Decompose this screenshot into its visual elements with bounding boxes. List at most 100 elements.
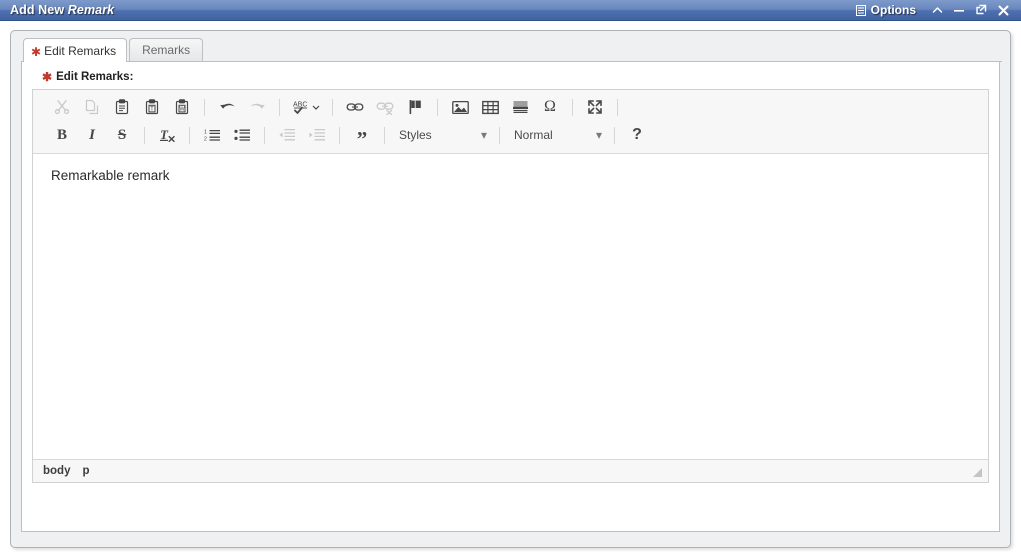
chevron-up-icon [932, 6, 943, 15]
table-button[interactable] [477, 96, 503, 118]
question-mark-icon: ? [632, 126, 642, 143]
strikethrough-button[interactable]: S [109, 124, 135, 146]
window-title-entity: Remark [67, 3, 115, 17]
minimize-button[interactable] [948, 1, 970, 19]
paste-word-button[interactable]: W [169, 96, 195, 118]
flag-icon [408, 99, 423, 115]
spellcheck-button[interactable]: ABC [289, 96, 323, 118]
image-icon [451, 100, 469, 115]
italic-icon: I [89, 126, 95, 143]
clipboard-icon [114, 99, 130, 115]
undo-arrow-icon [219, 100, 236, 115]
collapse-button[interactable] [926, 1, 948, 19]
svg-text:T: T [150, 107, 154, 113]
omega-icon: Ω [544, 98, 556, 115]
styles-dropdown[interactable]: Styles ▾ [392, 124, 492, 146]
anchor-button[interactable] [402, 96, 428, 118]
italic-button[interactable]: I [79, 124, 105, 146]
clipboard-text-icon: T [144, 99, 160, 115]
options-button[interactable]: Options [852, 3, 926, 17]
external-link-icon [975, 4, 987, 16]
chevron-down-icon [312, 104, 320, 110]
link-button[interactable] [342, 96, 368, 118]
titlebar-controls: Options [852, 1, 1021, 19]
minus-icon [953, 6, 965, 15]
format-dropdown-label: Normal [514, 128, 553, 142]
remove-format-icon: T [159, 127, 176, 143]
toolbar-separator [437, 98, 438, 116]
svg-text:1: 1 [204, 130, 207, 136]
numbered-list-icon: 1 2 [204, 128, 221, 142]
toolbar-separator [144, 126, 145, 144]
increase-indent-button[interactable] [304, 124, 330, 146]
options-label: Options [870, 3, 916, 17]
svg-text:T: T [160, 127, 169, 142]
undo-button[interactable] [214, 96, 240, 118]
toolbar-separator [332, 98, 333, 116]
rich-text-editor: T W ABC Ω B I S T 1 2 ” Styles ▾ Normal … [32, 89, 989, 483]
about-button[interactable]: ? [624, 124, 650, 146]
content-panel: ✱ Edit Remarks Remarks ✱ Edit Remarks: T… [10, 30, 1011, 548]
field-panel: ✱ Edit Remarks: T W ABC Ω B I S T 1 2 ” … [21, 62, 1000, 532]
format-dropdown[interactable]: Normal ▾ [507, 124, 607, 146]
close-button[interactable] [992, 1, 1014, 19]
chevron-down-icon: ▾ [595, 128, 602, 142]
element-path-body[interactable]: body [43, 465, 70, 477]
redo-button[interactable] [244, 96, 270, 118]
editor-content-area[interactable]: Remarkable remark [33, 154, 988, 459]
remove-format-button[interactable]: T [154, 124, 180, 146]
paste-text-button[interactable]: T [139, 96, 165, 118]
tab-remarks[interactable]: Remarks [129, 38, 204, 61]
window-titlebar: Add New Remark Options [0, 0, 1021, 21]
required-asterisk-icon: ✱ [31, 44, 42, 59]
horizontal-lines-icon [512, 100, 529, 115]
unlink-button[interactable] [372, 96, 398, 118]
element-path: body p [43, 465, 90, 477]
numbered-list-button[interactable]: 1 2 [199, 124, 225, 146]
decrease-indent-button[interactable] [274, 124, 300, 146]
styles-dropdown-label: Styles [399, 128, 432, 142]
toolbar-separator [572, 98, 573, 116]
special-char-button[interactable]: Ω [537, 96, 563, 118]
increase-indent-icon [308, 128, 326, 142]
bold-button[interactable]: B [49, 124, 75, 146]
editor-statusbar: body p [33, 459, 988, 482]
panel-wrapper: ✱ Edit Remarks Remarks ✱ Edit Remarks: T… [0, 21, 1021, 548]
window-title-prefix: Add New [10, 3, 65, 17]
scissors-icon [54, 99, 70, 115]
field-label: ✱ Edit Remarks: [42, 71, 989, 83]
clipboard-word-icon: W [174, 99, 190, 115]
toolbar-separator [189, 126, 190, 144]
toolbar-separator [264, 126, 265, 144]
image-button[interactable] [447, 96, 473, 118]
svg-text:2: 2 [204, 136, 207, 142]
tabstrip: ✱ Edit Remarks Remarks [21, 38, 1002, 62]
table-grid-icon [481, 100, 499, 115]
horizontal-rule-button[interactable] [507, 96, 533, 118]
toolbar-separator [614, 126, 615, 144]
tab-edit-remarks[interactable]: ✱ Edit Remarks [23, 38, 128, 62]
copy-button[interactable] [79, 96, 105, 118]
bulleted-list-button[interactable] [229, 124, 255, 146]
editor-toolbar: T W ABC Ω B I S T 1 2 ” Styles ▾ Normal … [33, 90, 988, 154]
bold-icon: B [56, 126, 67, 143]
toolbar-separator [617, 98, 618, 116]
paste-button[interactable] [109, 96, 135, 118]
maximize-button[interactable] [970, 1, 992, 19]
element-path-p[interactable]: p [82, 465, 89, 477]
chevron-down-icon: ▾ [480, 128, 487, 142]
expand-arrows-icon [587, 99, 603, 115]
close-x-icon [998, 5, 1009, 16]
tab-edit-remarks-label: Edit Remarks [44, 43, 117, 58]
blockquote-button[interactable]: ” [349, 124, 375, 150]
bulleted-list-icon [233, 128, 251, 142]
chain-broken-icon [376, 100, 394, 115]
toolbar-separator [499, 126, 500, 144]
maximize-editor-button[interactable] [582, 96, 608, 118]
cut-button[interactable] [49, 96, 75, 118]
svg-text:ABC: ABC [293, 102, 307, 109]
editor-toolbar-row-2: B I S T 1 2 ” Styles ▾ Normal ▾ ? [39, 121, 982, 150]
toolbar-separator [384, 126, 385, 144]
abc-check-icon: ABC [292, 99, 310, 115]
editor-resize-handle[interactable] [969, 464, 983, 478]
